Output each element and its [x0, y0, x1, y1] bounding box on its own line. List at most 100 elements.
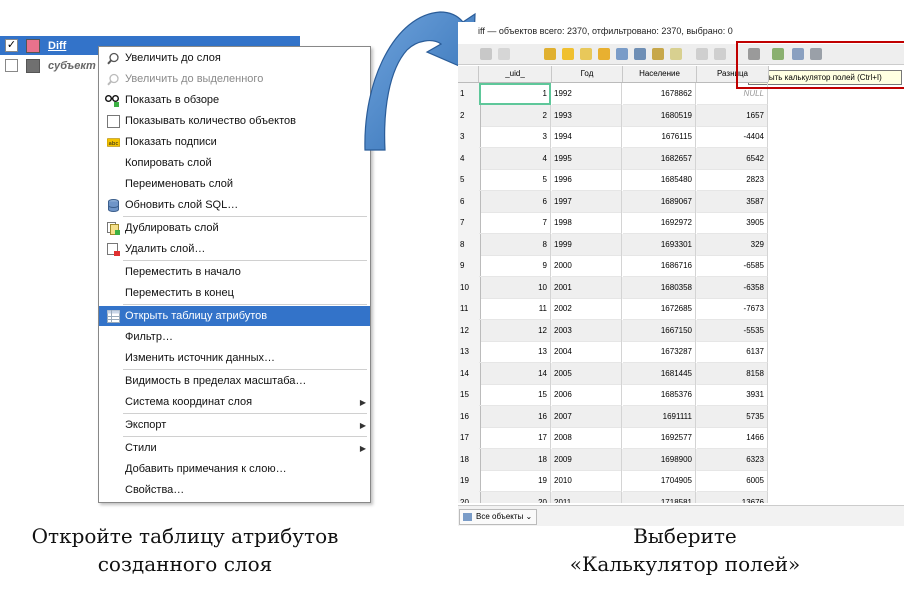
cell-uid[interactable]: 19	[479, 470, 551, 492]
row-number[interactable]: 10	[458, 276, 481, 300]
cell-year[interactable]: 1992	[552, 83, 622, 105]
row-number[interactable]: 12	[458, 319, 481, 343]
menu-item-filter[interactable]: Фильтр…	[99, 327, 370, 347]
row-number[interactable]: 8	[458, 233, 481, 257]
table-row[interactable]: 10 10 2001 1680358 -6358	[458, 276, 768, 300]
cell-difference[interactable]: 13676	[697, 491, 768, 503]
save-edits-icon[interactable]	[498, 48, 510, 60]
cell-difference[interactable]: -7673	[697, 298, 768, 320]
menu-item-zoom-to-layer[interactable]: Увеличить до слоя	[99, 48, 370, 68]
cell-population[interactable]: 1672685	[623, 298, 696, 320]
row-number[interactable]: 7	[458, 212, 481, 235]
menu-item-remove-layer[interactable]: Удалить слой…	[99, 239, 370, 259]
table-row[interactable]: 15 15 2006 1685376 3931	[458, 384, 768, 407]
menu-item-duplicate-layer[interactable]: Дублировать слой	[99, 218, 370, 238]
menu-item-zoom-to-selection[interactable]: Увеличить до выделенного	[99, 69, 370, 89]
cell-uid[interactable]: 1	[479, 83, 551, 105]
select-all-icon[interactable]	[580, 48, 592, 60]
cell-uid[interactable]: 2	[479, 104, 551, 127]
cell-year[interactable]: 2009	[552, 448, 622, 471]
cell-population[interactable]: 1691111	[623, 405, 696, 428]
cell-population[interactable]: 1682657	[623, 147, 696, 170]
cell-uid[interactable]: 13	[479, 341, 551, 363]
cell-difference[interactable]: 6005	[697, 470, 768, 492]
menu-item-styles[interactable]: Стили ▶	[99, 438, 370, 458]
cell-uid[interactable]: 12	[479, 319, 551, 342]
cell-year[interactable]: 2003	[552, 319, 622, 342]
cell-difference[interactable]: 6137	[697, 341, 768, 363]
table-row[interactable]: 18 18 2009 1698900 6323	[458, 448, 768, 472]
table-row[interactable]: 16 16 2007 1691111 5735	[458, 405, 768, 429]
row-number[interactable]: 13	[458, 341, 481, 364]
row-number[interactable]: 6	[458, 190, 481, 214]
menu-item-move-to-bottom[interactable]: Переместить в конец	[99, 283, 370, 303]
table-row[interactable]: 14 14 2005 1681445 8158	[458, 362, 768, 386]
cell-difference[interactable]: 1466	[697, 427, 768, 449]
cell-difference[interactable]: 8158	[697, 362, 768, 385]
cell-year[interactable]: 2010	[552, 470, 622, 492]
menu-item-copy-layer[interactable]: Копировать слой	[99, 153, 370, 173]
cell-population[interactable]: 1686716	[623, 255, 696, 277]
cell-population[interactable]: 1685480	[623, 169, 696, 191]
cell-year[interactable]: 2011	[552, 491, 622, 503]
table-row[interactable]: 2 2 1993 1680519 1657	[458, 104, 768, 128]
row-number[interactable]: 4	[458, 147, 481, 171]
cell-year[interactable]: 2006	[552, 384, 622, 406]
delete-features-icon[interactable]	[544, 48, 556, 60]
menu-item-open-attribute-table[interactable]: Открыть таблицу атрибутов	[99, 306, 370, 326]
menu-item-scale-visibility[interactable]: Видимость в пределах масштаба…	[99, 371, 370, 391]
cell-population[interactable]: 1676115	[623, 126, 696, 148]
cell-population[interactable]: 1680519	[623, 104, 696, 127]
table-row[interactable]: 19 19 2010 1704905 6005	[458, 470, 768, 493]
column-header-year[interactable]: Год	[552, 66, 623, 82]
cell-year[interactable]: 1995	[552, 147, 622, 170]
row-number[interactable]: 2	[458, 104, 481, 128]
table-row[interactable]: 3 3 1994 1676115 -4404	[458, 126, 768, 149]
layer-visibility-checkbox[interactable]: ✓	[5, 39, 18, 52]
row-number[interactable]: 1	[458, 83, 481, 106]
menu-item-show-feature-count[interactable]: Показывать количество объектов	[99, 111, 370, 131]
table-row[interactable]: 20 20 2011 1718581 13676	[458, 491, 768, 503]
cell-population[interactable]: 1692577	[623, 427, 696, 449]
filter-all-features-button[interactable]: Все объекты ⌄	[459, 509, 538, 525]
cell-uid[interactable]: 7	[479, 212, 551, 234]
menu-item-show-in-overview[interactable]: Показать в обзоре	[99, 90, 370, 110]
menu-item-update-sql-layer[interactable]: Обновить слой SQL…	[99, 195, 370, 215]
checkbox-icon[interactable]	[107, 114, 120, 128]
cell-uid[interactable]: 16	[479, 405, 551, 428]
cell-population[interactable]: 1698900	[623, 448, 696, 471]
cell-year[interactable]: 1994	[552, 126, 622, 148]
cell-population[interactable]: 1718581	[623, 491, 696, 503]
row-number[interactable]: 20	[458, 491, 481, 503]
row-number[interactable]: 11	[458, 298, 481, 321]
cell-difference[interactable]: 3905	[697, 212, 768, 234]
cell-uid[interactable]: 8	[479, 233, 551, 256]
row-number[interactable]: 17	[458, 427, 481, 450]
row-number[interactable]: 16	[458, 405, 481, 429]
cell-population[interactable]: 1689067	[623, 190, 696, 213]
menu-item-rename-layer[interactable]: Переименовать слой	[99, 174, 370, 194]
cell-population[interactable]: 1685376	[623, 384, 696, 406]
cell-difference[interactable]: -5535	[697, 319, 768, 342]
table-row[interactable]: 13 13 2004 1673287 6137	[458, 341, 768, 364]
cell-year[interactable]: 1996	[552, 169, 622, 191]
cell-difference[interactable]: 5735	[697, 405, 768, 428]
menu-item-show-labels[interactable]: abc Показать подписи	[99, 132, 370, 152]
menu-item-move-to-top[interactable]: Переместить в начало	[99, 262, 370, 282]
cell-uid[interactable]: 5	[479, 169, 551, 191]
cell-population[interactable]: 1667150	[623, 319, 696, 342]
row-number[interactable]: 15	[458, 384, 481, 407]
cell-population[interactable]: 1704905	[623, 470, 696, 492]
cell-difference[interactable]: 6542	[697, 147, 768, 170]
table-row[interactable]: 17 17 2008 1692577 1466	[458, 427, 768, 450]
table-row[interactable]: 6 6 1997 1689067 3587	[458, 190, 768, 214]
cell-uid[interactable]: 3	[479, 126, 551, 148]
cell-population[interactable]: 1678862	[623, 83, 696, 105]
table-row[interactable]: 11 11 2002 1672685 -7673	[458, 298, 768, 321]
cell-population[interactable]: 1692972	[623, 212, 696, 234]
move-selection-top-icon[interactable]	[634, 48, 646, 60]
row-number[interactable]: 5	[458, 169, 481, 192]
table-row[interactable]: 1 1 1992 1678862 NULL	[458, 83, 768, 106]
cell-year[interactable]: 2001	[552, 276, 622, 299]
table-row[interactable]: 7 7 1998 1692972 3905	[458, 212, 768, 235]
